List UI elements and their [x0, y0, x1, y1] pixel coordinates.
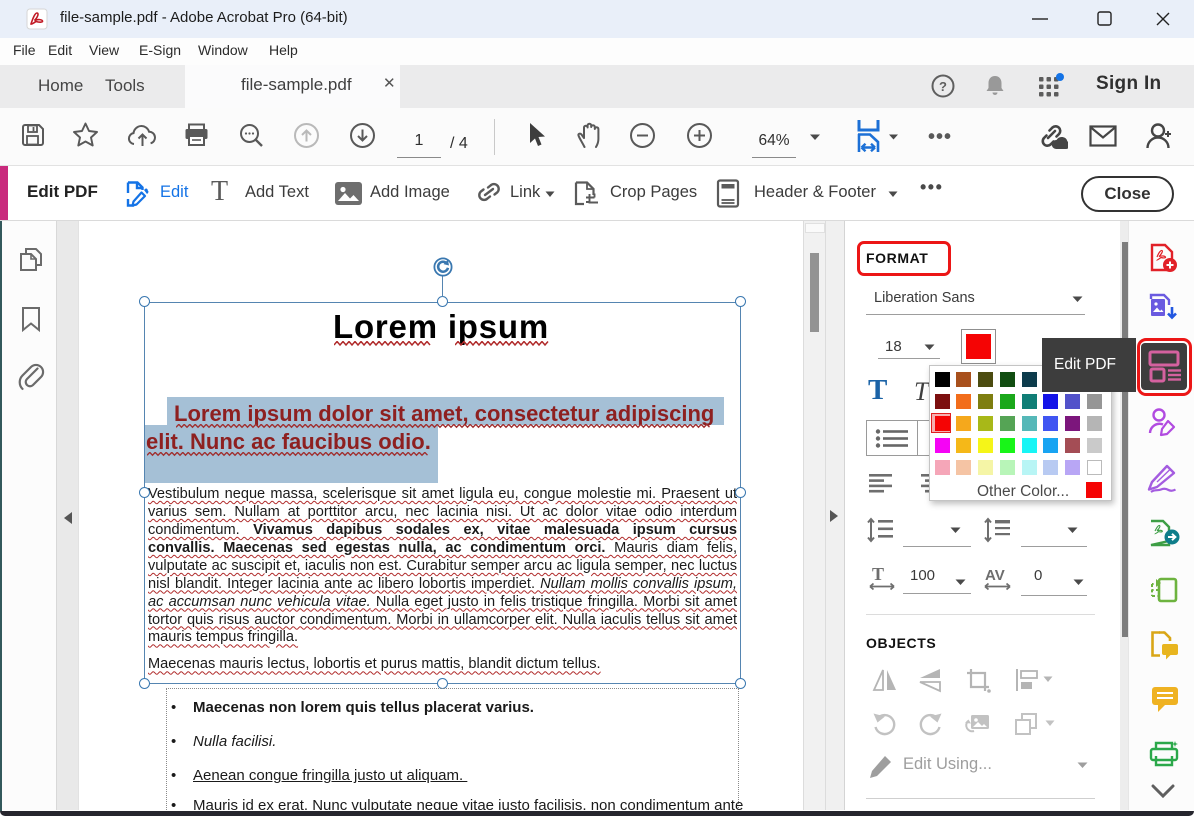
svg-text:T: T [872, 564, 884, 584]
svg-text:AV: AV [985, 567, 1005, 584]
svg-text:?: ? [939, 79, 947, 94]
